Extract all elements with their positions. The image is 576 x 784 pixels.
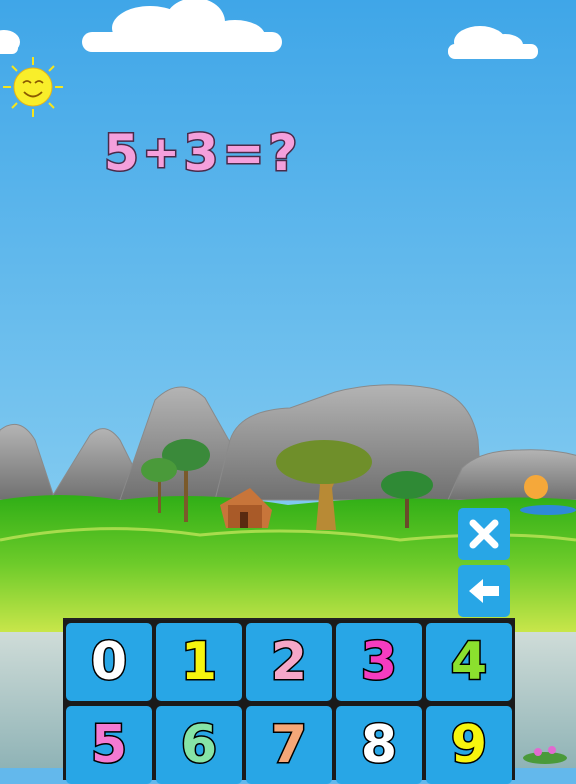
key-label: 8: [359, 715, 398, 775]
operator-plus: +: [141, 127, 181, 178]
key-label: 2: [269, 632, 308, 692]
operand-a: 5: [103, 124, 141, 182]
key-1[interactable]: 1: [156, 623, 242, 701]
key-label: 3: [359, 632, 398, 692]
key-label: 9: [449, 715, 488, 775]
key-4[interactable]: 4: [426, 623, 512, 701]
answer-placeholder: ?: [267, 124, 299, 182]
close-icon: [469, 519, 499, 549]
key-5[interactable]: 5: [66, 706, 152, 784]
key-3[interactable]: 3: [336, 623, 422, 701]
operand-b: 3: [182, 124, 220, 182]
key-label: 0: [89, 632, 128, 692]
number-keypad: 0 1 2 3 4 5 6 7 8 9: [63, 620, 515, 784]
key-label: 6: [179, 715, 218, 775]
arrow-left-icon: [469, 579, 499, 603]
key-label: 4: [449, 632, 488, 692]
key-label: 1: [179, 632, 218, 692]
key-8[interactable]: 8: [336, 706, 422, 784]
key-9[interactable]: 9: [426, 706, 512, 784]
clear-button[interactable]: [458, 508, 510, 560]
key-2[interactable]: 2: [246, 623, 332, 701]
key-6[interactable]: 6: [156, 706, 242, 784]
equals-sign: =: [221, 124, 266, 182]
math-question: 5 + 3 = ?: [103, 118, 299, 188]
key-label: 7: [269, 715, 308, 775]
key-0[interactable]: 0: [66, 623, 152, 701]
key-label: 5: [89, 715, 128, 775]
key-7[interactable]: 7: [246, 706, 332, 784]
backspace-button[interactable]: [458, 565, 510, 617]
